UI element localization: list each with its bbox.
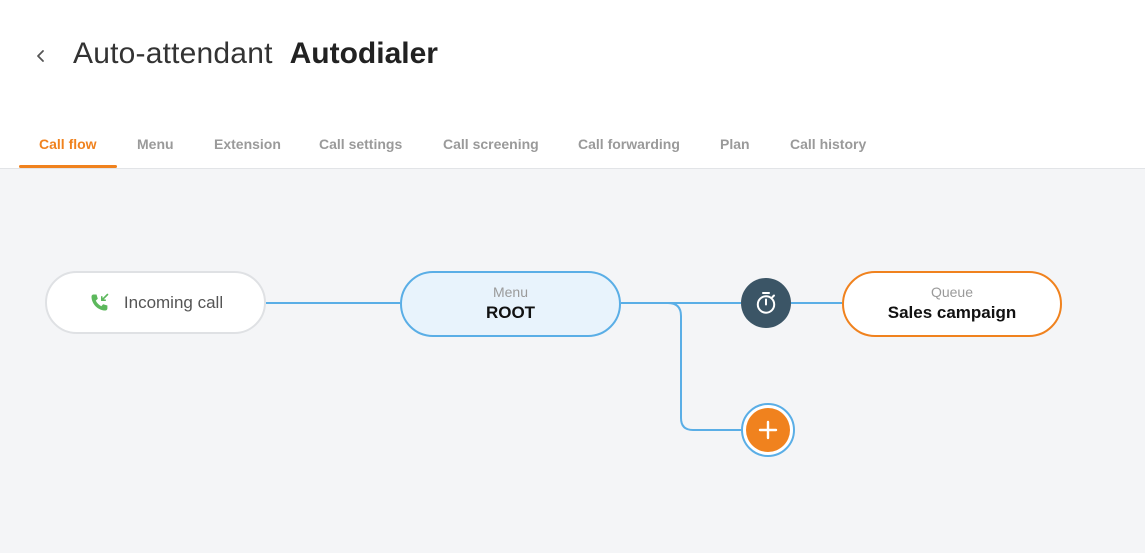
timer-icon (756, 292, 776, 314)
queue-node-name: Sales campaign (887, 303, 1017, 322)
tab-plan[interactable]: Plan (720, 120, 750, 168)
tab-extension[interactable]: Extension (214, 120, 281, 168)
queue-node-type: Queue (930, 284, 974, 300)
add-branch-fill (746, 408, 790, 452)
plus-icon (758, 420, 778, 440)
timer-button[interactable] (741, 278, 791, 328)
tab-call-settings[interactable]: Call settings (319, 120, 402, 168)
page-title-type: Auto-attendant (73, 37, 273, 70)
tab-bar: Call flow Menu Extension Call settings C… (0, 120, 1145, 169)
flow-connectors (266, 302, 842, 431)
back-button[interactable] (30, 44, 52, 68)
tab-menu[interactable]: Menu (137, 120, 174, 168)
incoming-call-label: Incoming call (123, 292, 224, 312)
active-tab-indicator (19, 165, 117, 168)
page-header: Auto-attendant Autodialer (0, 0, 1145, 120)
tab-call-history[interactable]: Call history (790, 120, 866, 168)
menu-node[interactable]: Menu ROOT (400, 271, 621, 337)
page-title: Auto-attendant Autodialer (73, 37, 438, 77)
connector-menu-to-add (667, 302, 741, 431)
tab-call-flow[interactable]: Call flow (39, 120, 97, 168)
queue-node[interactable]: Queue Sales campaign (842, 271, 1062, 337)
chevron-left-icon (37, 50, 44, 62)
incoming-call-icon (91, 293, 109, 310)
incoming-call-node[interactable]: Incoming call (45, 271, 266, 334)
page-title-name: Autodialer (289, 37, 438, 70)
tab-call-forwarding[interactable]: Call forwarding (578, 120, 680, 168)
call-flow-canvas: Incoming call Menu ROOT Queue Sales camp… (0, 169, 1145, 553)
add-branch-button[interactable] (741, 403, 795, 457)
tab-call-screening[interactable]: Call screening (443, 120, 539, 168)
menu-node-type: Menu (492, 284, 529, 300)
menu-node-name: ROOT (485, 303, 536, 322)
